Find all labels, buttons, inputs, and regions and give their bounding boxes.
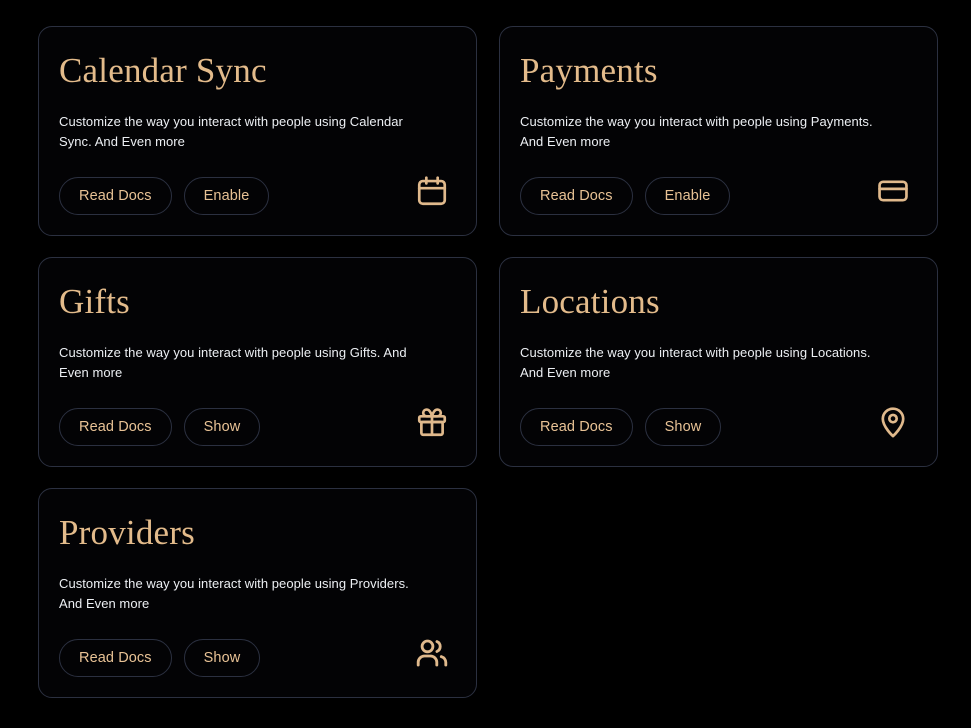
read-docs-button[interactable]: Read Docs bbox=[59, 408, 172, 446]
enable-button[interactable]: Enable bbox=[183, 177, 270, 215]
card-description: Customize the way you interact with peop… bbox=[520, 114, 873, 149]
card-description: Customize the way you interact with peop… bbox=[59, 114, 403, 149]
read-docs-button[interactable]: Read Docs bbox=[520, 408, 633, 446]
users-icon bbox=[412, 633, 452, 673]
feature-card-locations[interactable]: Locations Customize the way you interact… bbox=[499, 257, 938, 467]
feature-card-grid: Calendar Sync Customize the way you inte… bbox=[0, 0, 971, 724]
card-title: Providers bbox=[59, 513, 195, 552]
calendar-icon bbox=[412, 171, 452, 211]
card-title: Calendar Sync bbox=[59, 51, 267, 90]
empty-grid-cell bbox=[499, 488, 938, 698]
enable-button[interactable]: Enable bbox=[644, 177, 731, 215]
feature-card-payments[interactable]: Payments Customize the way you interact … bbox=[499, 26, 938, 236]
card-title: Gifts bbox=[59, 282, 130, 321]
show-button[interactable]: Show bbox=[183, 639, 261, 677]
feature-card-calendar-sync[interactable]: Calendar Sync Customize the way you inte… bbox=[38, 26, 477, 236]
card-actions: Read Docs Enable bbox=[520, 177, 917, 215]
card-actions: Read Docs Enable bbox=[59, 177, 456, 215]
feature-card-gifts[interactable]: Gifts Customize the way you interact wit… bbox=[38, 257, 477, 467]
card-actions: Read Docs Show bbox=[59, 408, 456, 446]
feature-card-providers[interactable]: Providers Customize the way you interact… bbox=[38, 488, 477, 698]
read-docs-button[interactable]: Read Docs bbox=[59, 177, 172, 215]
show-button[interactable]: Show bbox=[183, 408, 261, 446]
card-description: Customize the way you interact with peop… bbox=[59, 576, 409, 611]
card-title: Payments bbox=[520, 51, 658, 90]
show-button[interactable]: Show bbox=[644, 408, 722, 446]
read-docs-button[interactable]: Read Docs bbox=[520, 177, 633, 215]
card-actions: Read Docs Show bbox=[520, 408, 917, 446]
map-pin-icon bbox=[873, 402, 913, 442]
read-docs-button[interactable]: Read Docs bbox=[59, 639, 172, 677]
card-description: Customize the way you interact with peop… bbox=[520, 345, 871, 380]
card-title: Locations bbox=[520, 282, 660, 321]
card-actions: Read Docs Show bbox=[59, 639, 456, 677]
credit-card-icon bbox=[873, 171, 913, 211]
card-description: Customize the way you interact with peop… bbox=[59, 345, 407, 380]
gift-icon bbox=[412, 402, 452, 442]
